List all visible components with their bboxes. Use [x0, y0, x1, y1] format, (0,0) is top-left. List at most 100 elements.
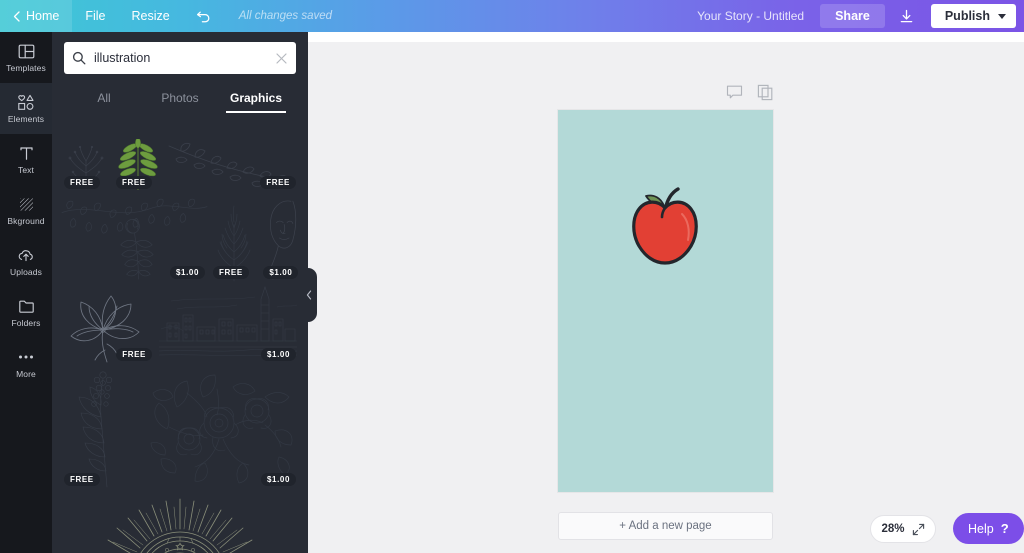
design-page-wrapper [558, 110, 773, 492]
question-mark-icon: ? [1001, 521, 1009, 536]
price-badge: $1.00 [170, 266, 205, 279]
price-badge: FREE [260, 176, 296, 189]
results-row: FREE [52, 365, 308, 490]
result-thumb[interactable]: $1.00 [146, 365, 300, 490]
result-thumb[interactable]: FREE [60, 365, 146, 490]
search-input[interactable] [86, 51, 275, 65]
results-row: $1.00 [52, 193, 308, 283]
result-thumb[interactable]: $1.00 [156, 283, 300, 365]
app-header: Home File Resize All changes saved Your … [0, 0, 1024, 32]
add-new-page-button[interactable]: + Add a new page [558, 512, 773, 540]
sidebar-item-label: Templates [6, 63, 46, 73]
result-thumb[interactable]: FREE [209, 193, 259, 283]
price-badge: $1.00 [263, 266, 298, 279]
sidebar-item-uploads[interactable]: Uploads [0, 236, 52, 287]
resize-button[interactable]: Resize [119, 0, 183, 32]
publish-button[interactable]: Publish [931, 4, 1016, 28]
file-label: File [85, 9, 105, 23]
background-icon [17, 195, 35, 213]
search-icon [72, 51, 86, 65]
sidebar-item-text[interactable]: Text [0, 134, 52, 185]
price-badge: $1.00 [261, 348, 296, 361]
more-icon [17, 348, 35, 366]
search-results-grid[interactable]: FREE [52, 137, 308, 553]
sidebar-item-label: Folders [11, 318, 40, 328]
header-left-group: Home File Resize All changes saved [0, 0, 346, 32]
share-button[interactable]: Share [820, 4, 885, 28]
elements-search-panel: All Photos Graphics [52, 32, 308, 553]
collapse-panel-button[interactable] [300, 268, 317, 322]
file-menu-button[interactable]: File [72, 0, 118, 32]
home-label: Home [26, 9, 59, 23]
folders-icon [17, 297, 35, 315]
results-row: FREE [52, 137, 308, 193]
close-icon[interactable] [275, 52, 288, 65]
price-badge: FREE [116, 348, 152, 361]
undo-icon [196, 9, 212, 23]
templates-icon [17, 42, 35, 60]
results-row: FREE [52, 283, 308, 365]
resize-label: Resize [132, 9, 170, 23]
result-tabs: All Photos Graphics [64, 85, 296, 114]
sidebar-item-label: Uploads [10, 267, 42, 277]
result-thumb[interactable]: FREE [60, 283, 156, 365]
expand-arrows-icon[interactable] [912, 523, 925, 536]
price-badge: FREE [64, 176, 100, 189]
download-button[interactable] [891, 4, 923, 28]
result-thumb[interactable]: FREE [164, 137, 300, 193]
header-right-group: Your Story - Untitled Share Publish [681, 0, 1024, 32]
home-button[interactable]: Home [0, 0, 72, 32]
sidebar-item-label: More [16, 369, 36, 379]
document-title[interactable]: Your Story - Untitled [681, 9, 820, 23]
sidebar-item-more[interactable]: More [0, 338, 52, 389]
duplicate-page-icon[interactable] [757, 84, 774, 101]
text-icon [17, 144, 35, 162]
design-page[interactable] [558, 110, 773, 492]
result-thumb[interactable]: FREE [60, 137, 112, 193]
uploads-icon [17, 246, 35, 264]
sidebar-item-label: Bkground [7, 216, 44, 226]
tab-label: Photos [161, 91, 198, 105]
undo-button[interactable] [183, 0, 225, 32]
help-label: Help [968, 522, 994, 536]
sidebar-item-elements[interactable]: Elements [0, 83, 52, 134]
save-status: All changes saved [225, 10, 346, 22]
result-thumb[interactable]: FREE [112, 137, 164, 193]
sidebar-item-templates[interactable]: Templates [0, 32, 52, 83]
share-label: Share [835, 9, 870, 23]
tab-label: All [97, 91, 110, 105]
search-area: All Photos Graphics [52, 32, 308, 114]
elements-icon [17, 93, 35, 111]
canvas-tools [726, 84, 774, 101]
result-thumb[interactable]: FREE [60, 490, 300, 553]
comment-icon[interactable] [726, 84, 743, 101]
price-badge: FREE [213, 266, 249, 279]
zoom-control[interactable]: 28% [870, 515, 936, 543]
apple-element[interactable] [620, 184, 710, 273]
red-apple-illustration [620, 184, 710, 268]
tab-graphics[interactable]: Graphics [218, 85, 294, 113]
publish-label: Publish [945, 9, 990, 23]
price-badge: FREE [116, 176, 152, 189]
zoom-level-value: 28% [881, 523, 904, 535]
result-thumb[interactable]: $1.00 [60, 193, 209, 283]
price-badge: FREE [64, 473, 100, 486]
chevron-down-icon [998, 14, 1006, 19]
floral-engraving-graphic [147, 367, 299, 489]
help-button[interactable]: Help ? [953, 513, 1024, 544]
tab-all[interactable]: All [66, 85, 142, 113]
price-badge: $1.00 [261, 473, 296, 486]
editor-area: + Add a new page 28% Help ? [308, 32, 1024, 553]
add-page-label: + Add a new page [619, 520, 711, 532]
result-thumb[interactable]: $1.00 [259, 193, 300, 283]
results-row: FREE [52, 490, 308, 553]
left-sidebar: Templates Elements Text [0, 32, 52, 553]
sidebar-item-folders[interactable]: Folders [0, 287, 52, 338]
tab-photos[interactable]: Photos [142, 85, 218, 113]
tab-label: Graphics [230, 91, 282, 105]
sidebar-item-bkground[interactable]: Bkground [0, 185, 52, 236]
sidebar-item-label: Text [18, 165, 34, 175]
download-icon [899, 9, 914, 24]
search-box[interactable] [64, 42, 296, 74]
chevron-left-icon [13, 11, 20, 22]
